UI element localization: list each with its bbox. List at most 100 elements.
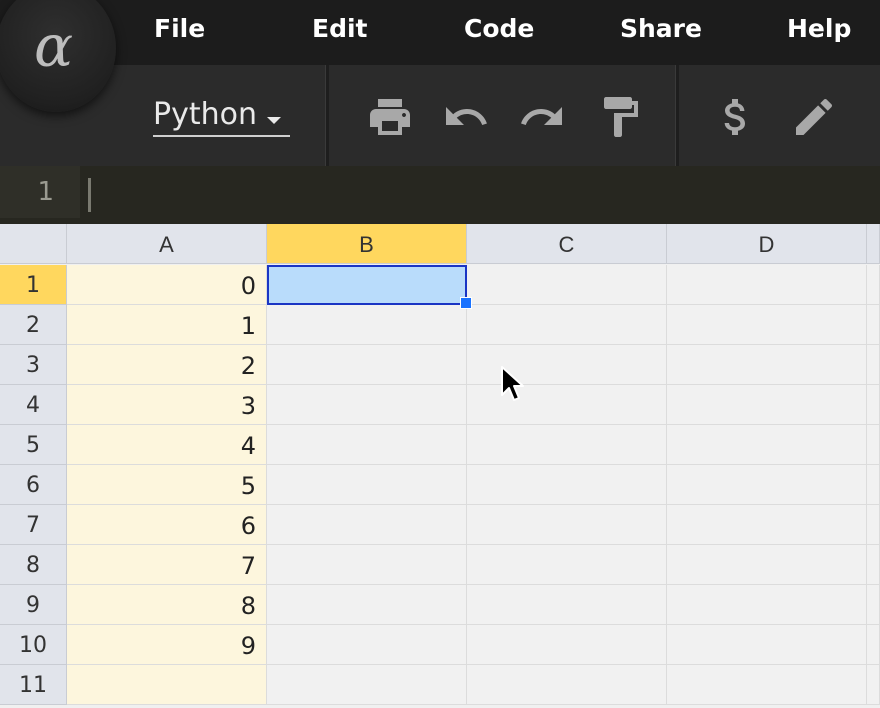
paint-format-button[interactable]: [596, 93, 644, 141]
edit-button[interactable]: [790, 93, 838, 141]
column-header-d[interactable]: D: [667, 224, 867, 264]
cell-e7[interactable]: [867, 505, 880, 545]
formula-bar: 1: [0, 166, 880, 224]
menu-bar: File Edit Code Share Help: [0, 0, 880, 65]
cell-b6[interactable]: [267, 465, 467, 505]
cell-b9[interactable]: [267, 585, 467, 625]
cell-d11[interactable]: [667, 665, 867, 705]
pencil-icon: [796, 98, 833, 135]
cell-c3[interactable]: [467, 345, 667, 385]
row-header-11[interactable]: 11: [0, 665, 67, 705]
row-header-6[interactable]: 6: [0, 465, 67, 505]
print-button[interactable]: [366, 93, 414, 141]
column-header-b[interactable]: B: [267, 224, 467, 264]
undo-button[interactable]: [442, 93, 490, 141]
fill-handle[interactable]: [460, 297, 472, 309]
cell-a1[interactable]: 0: [67, 265, 267, 305]
row-header-5[interactable]: 5: [0, 425, 67, 465]
cell-b4[interactable]: [267, 385, 467, 425]
menu-code[interactable]: Code: [464, 14, 534, 43]
cell-a3[interactable]: 2: [67, 345, 267, 385]
cell-b3[interactable]: [267, 345, 467, 385]
toolbar: Python: [0, 65, 880, 166]
cell-e6[interactable]: [867, 465, 880, 505]
formula-line-number: 1: [0, 166, 80, 218]
cell-e2[interactable]: [867, 305, 880, 345]
cell-b8[interactable]: [267, 545, 467, 585]
menu-help[interactable]: Help: [787, 14, 851, 43]
cell-c6[interactable]: [467, 465, 667, 505]
row-header-1[interactable]: 1: [0, 265, 67, 305]
undo-icon: [446, 107, 487, 125]
formula-input[interactable]: [88, 178, 868, 212]
cell-c4[interactable]: [467, 385, 667, 425]
redo-icon: [521, 107, 562, 125]
cell-a4[interactable]: 3: [67, 385, 267, 425]
mouse-cursor-icon: [501, 366, 524, 401]
cell-c1[interactable]: [467, 265, 667, 305]
cell-a11[interactable]: [67, 665, 267, 705]
currency-button[interactable]: [712, 93, 760, 141]
cell-e1[interactable]: [867, 265, 880, 305]
cell-e3[interactable]: [867, 345, 880, 385]
cell-a8[interactable]: 7: [67, 545, 267, 585]
row-header-8[interactable]: 8: [0, 545, 67, 585]
menu-share[interactable]: Share: [620, 14, 702, 43]
cell-d7[interactable]: [667, 505, 867, 545]
spreadsheet-grid: A B C D 1 0 2 1 3 2 4 3 5 4 6 5 7 6 8 7 9 8 10 9 11: [0, 224, 880, 708]
cell-d9[interactable]: [667, 585, 867, 625]
row-header-9[interactable]: 9: [0, 585, 67, 625]
cell-b11[interactable]: [267, 665, 467, 705]
column-header-c[interactable]: C: [467, 224, 667, 264]
cell-d3[interactable]: [667, 345, 867, 385]
cell-b1[interactable]: [267, 265, 467, 305]
cell-e4[interactable]: [867, 385, 880, 425]
column-header-a[interactable]: A: [67, 224, 267, 264]
cell-e10[interactable]: [867, 625, 880, 665]
cell-a9[interactable]: 8: [67, 585, 267, 625]
cell-d2[interactable]: [667, 305, 867, 345]
cell-d6[interactable]: [667, 465, 867, 505]
language-select[interactable]: Python: [153, 97, 290, 137]
cell-c9[interactable]: [467, 585, 667, 625]
column-header-e[interactable]: [867, 224, 880, 264]
cell-a5[interactable]: 4: [67, 425, 267, 465]
cell-b5[interactable]: [267, 425, 467, 465]
alpha-logo-icon: α: [34, 12, 74, 80]
cell-c2[interactable]: [467, 305, 667, 345]
row-header-4[interactable]: 4: [0, 385, 67, 425]
cell-d5[interactable]: [667, 425, 867, 465]
cell-b10[interactable]: [267, 625, 467, 665]
cell-c8[interactable]: [467, 545, 667, 585]
cell-b2[interactable]: [267, 305, 467, 345]
cell-c5[interactable]: [467, 425, 667, 465]
cell-d4[interactable]: [667, 385, 867, 425]
cell-e9[interactable]: [867, 585, 880, 625]
cell-c11[interactable]: [467, 665, 667, 705]
row-header-2[interactable]: 2: [0, 305, 67, 345]
print-icon: [370, 99, 410, 135]
cell-a10[interactable]: 9: [67, 625, 267, 665]
row-header-7[interactable]: 7: [0, 505, 67, 545]
cell-c10[interactable]: [467, 625, 667, 665]
cell-d10[interactable]: [667, 625, 867, 665]
redo-button[interactable]: [518, 93, 566, 141]
cell-d1[interactable]: [667, 265, 867, 305]
cell-b7[interactable]: [267, 505, 467, 545]
toolbar-divider: [675, 65, 679, 166]
row-header-3[interactable]: 3: [0, 345, 67, 385]
cell-a6[interactable]: 5: [67, 465, 267, 505]
dollar-icon: [724, 99, 745, 135]
cell-c7[interactable]: [467, 505, 667, 545]
cell-a2[interactable]: 1: [67, 305, 267, 345]
cell-e11[interactable]: [867, 665, 880, 705]
menu-file[interactable]: File: [154, 14, 205, 43]
cell-a7[interactable]: 6: [67, 505, 267, 545]
caret-down-icon: [267, 117, 281, 124]
cell-e8[interactable]: [867, 545, 880, 585]
cell-d8[interactable]: [667, 545, 867, 585]
menu-edit[interactable]: Edit: [312, 14, 368, 43]
cell-e5[interactable]: [867, 425, 880, 465]
select-all-corner[interactable]: [0, 224, 67, 264]
row-header-10[interactable]: 10: [0, 625, 67, 665]
